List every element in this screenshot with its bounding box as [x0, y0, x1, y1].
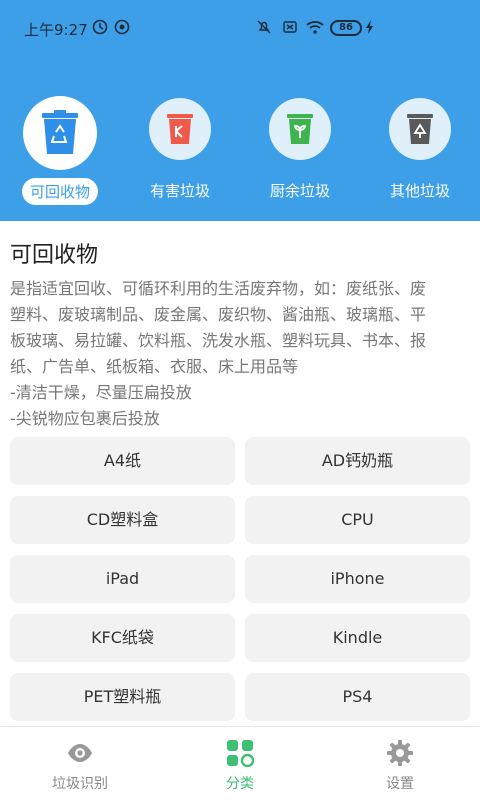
- category-label: 厨余垃圾: [269, 182, 330, 200]
- item-button[interactable]: AD钙奶瓶: [245, 437, 470, 485]
- description-line: 是指适宜回收、可循环利用的生活废弃物，如：废纸张、废: [10, 279, 427, 298]
- category-label: 有害垃圾: [149, 182, 210, 200]
- category-icon-circle: [149, 98, 211, 160]
- battery-icon: 86: [330, 20, 362, 36]
- category-icon-circle: [389, 98, 451, 160]
- category-other[interactable]: 其他垃圾: [370, 96, 470, 206]
- description-line: -尖锐物应包裹后投放: [10, 409, 160, 428]
- nav-settings[interactable]: 设置: [320, 727, 480, 800]
- category-label: 其他垃圾: [389, 182, 450, 200]
- category-hazardous[interactable]: 有害垃圾: [130, 96, 230, 206]
- category-icon-circle: [269, 98, 331, 160]
- detail-description: 是指适宜回收、可循环利用的生活废弃物，如：废纸张、废 塑料、废玻璃制品、废金属、…: [10, 276, 472, 432]
- category-icon-circle: [23, 96, 97, 170]
- description-line: 板玻璃、易拉罐、饮料瓶、洗发水瓶、塑料玩具、书本、报: [10, 331, 427, 350]
- hazardous-bin-icon: [167, 114, 193, 144]
- alarm-icon: [92, 19, 108, 35]
- recycle-bin-icon: [42, 110, 78, 154]
- category-label: 可回收物: [21, 178, 99, 205]
- eye-icon: [68, 744, 92, 762]
- status-time: 上午9:27: [24, 21, 88, 39]
- description-line: 纸、广告单、纸板箱、衣服、床上用品等: [10, 357, 299, 376]
- kitchen-bin-icon: [287, 114, 313, 144]
- item-button[interactable]: KFC纸袋: [10, 614, 235, 662]
- other-bin-icon: [407, 114, 433, 144]
- sim-icon: [283, 21, 297, 33]
- status-bar: 上午9:27 86: [0, 0, 480, 56]
- nav-label: 垃圾识别: [52, 776, 108, 792]
- item-button[interactable]: PET塑料瓶: [10, 673, 235, 721]
- description-line: -清洁干燥，尽量压扁投放: [10, 383, 192, 402]
- item-button[interactable]: iPhone: [245, 555, 470, 603]
- item-button[interactable]: CD塑料盒: [10, 496, 235, 544]
- description-line: 塑料、废玻璃制品、废金属、废织物、酱油瓶、玻璃瓶、平: [10, 305, 427, 324]
- item-button[interactable]: A4纸: [10, 437, 235, 485]
- mute-icon: [257, 20, 271, 34]
- gear-icon: [387, 740, 413, 766]
- bottom-nav: 垃圾识别 分类 设置: [0, 726, 480, 800]
- charging-icon: [366, 20, 373, 34]
- item-button[interactable]: Kindle: [245, 614, 470, 662]
- nfc-icon: [114, 19, 130, 35]
- nav-recognize[interactable]: 垃圾识别: [0, 727, 160, 800]
- nav-category[interactable]: 分类: [160, 727, 320, 800]
- wifi-icon: [306, 21, 324, 34]
- item-button[interactable]: iPad: [10, 555, 235, 603]
- item-button[interactable]: PS4: [245, 673, 470, 721]
- category-grid-icon: [227, 740, 254, 767]
- nav-label: 分类: [226, 776, 254, 792]
- category-header: 上午9:27 86 可回收物 有害垃圾 厨余垃圾 其他垃圾: [0, 0, 480, 221]
- category-recyclable[interactable]: 可回收物: [10, 96, 110, 206]
- item-button[interactable]: CPU: [245, 496, 470, 544]
- detail-title: 可回收物: [10, 243, 99, 268]
- category-kitchen[interactable]: 厨余垃圾: [250, 96, 350, 206]
- nav-label: 设置: [386, 776, 414, 792]
